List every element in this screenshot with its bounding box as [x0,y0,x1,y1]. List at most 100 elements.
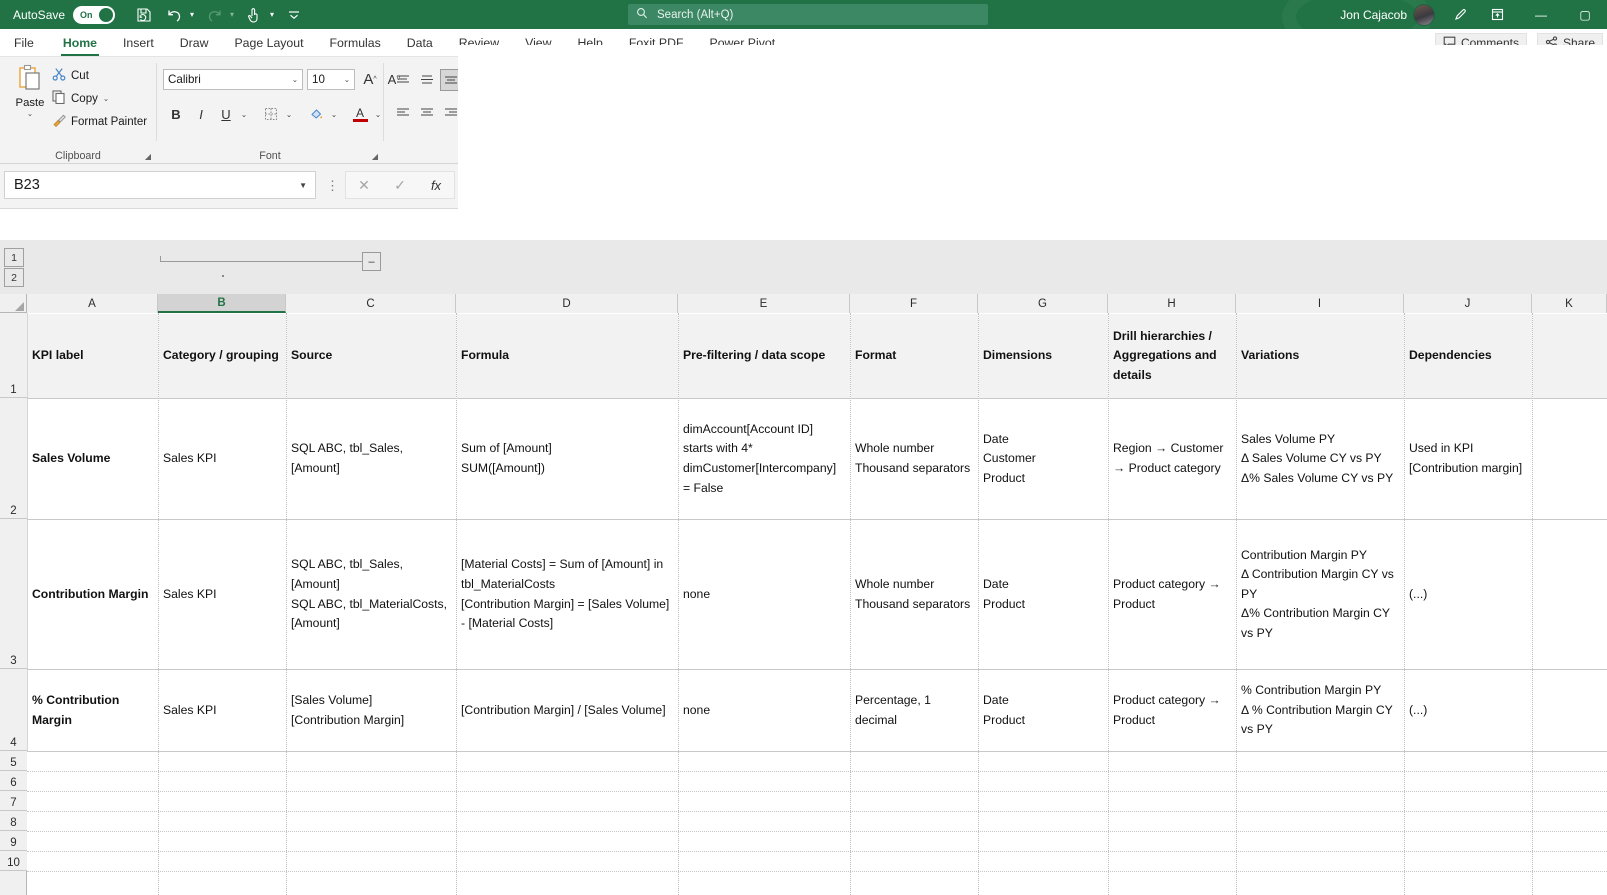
tab-draw[interactable]: Draw [167,29,222,56]
column-header-f[interactable]: F [850,294,978,313]
row-header-3[interactable]: 3 [0,519,27,669]
cell-G4[interactable]: Date Product [979,670,1108,751]
underline-button[interactable]: U [215,103,237,125]
cell-G2[interactable]: Date Customer Product [979,399,1108,519]
select-all-corner[interactable] [0,294,27,313]
cell-H4[interactable]: Product category → Product [1109,670,1236,751]
cell-B3[interactable]: Sales KPI [159,520,286,669]
cell-J1[interactable]: Dependencies [1405,314,1532,398]
font-size-caret-icon[interactable]: ⌄ [344,75,350,84]
tab-home[interactable]: Home [50,29,110,56]
copy-button[interactable]: Copy ⌄ [52,90,109,107]
cell-D1[interactable]: Formula [457,314,678,398]
align-top-button[interactable] [392,69,414,91]
cell-F4[interactable]: Percentage, 1 decimal [851,670,978,751]
outline-level-2[interactable]: 2 [4,268,24,287]
outline-level-1[interactable]: 1 [4,248,24,267]
cell-H3[interactable]: Product category → Product [1109,520,1236,669]
row-header-6[interactable]: 6 [0,771,27,791]
font-size-input[interactable]: 10 ⌄ [307,69,355,90]
align-center-button[interactable] [416,102,438,124]
cell-F1[interactable]: Format [851,314,978,398]
cell-A2[interactable]: Sales Volume [28,399,158,519]
cell-E2[interactable]: dimAccount[Account ID] starts with 4* di… [679,399,850,519]
cell-J3[interactable]: (...) [1405,520,1532,669]
tab-page-layout[interactable]: Page Layout [221,29,316,56]
fill-color-icon[interactable] [305,103,327,125]
column-header-d[interactable]: D [456,294,678,313]
row-header-2[interactable]: 2 [0,398,27,519]
fill-color-caret-icon[interactable]: ⌄ [327,103,341,125]
clipboard-dialog-launcher[interactable]: ◢ [145,152,151,161]
column-header-j[interactable]: J [1404,294,1532,313]
row-header-7[interactable]: 7 [0,791,27,811]
cell-C1[interactable]: Source [287,314,456,398]
cell-G3[interactable]: Date Product [979,520,1108,669]
column-header-i[interactable]: I [1236,294,1404,313]
autosave-toggle[interactable]: On [73,5,116,24]
row-header-1[interactable]: 1 [0,313,27,398]
cut-button[interactable]: Cut [52,67,89,84]
cell-K1[interactable] [1533,314,1607,398]
touch-mode-caret[interactable]: ▾ [265,0,279,29]
cell-B2[interactable]: Sales KPI [159,399,286,519]
cell-D4[interactable]: [Contribution Margin] / [Sales Volume] [457,670,678,751]
tab-insert[interactable]: Insert [110,29,167,56]
cell-I1[interactable]: Variations [1237,314,1404,398]
restore-window-icon[interactable] [1475,0,1519,29]
name-box[interactable]: B23 ▼ [4,171,316,199]
cell-F3[interactable]: Whole number Thousand separators [851,520,978,669]
column-header-c[interactable]: C [286,294,456,313]
search-box[interactable]: Search (Alt+Q) [628,4,988,25]
column-header-a[interactable]: A [27,294,158,313]
cell-C4[interactable]: [Sales Volume] [Contribution Margin] [287,670,456,751]
column-header-h[interactable]: H [1108,294,1236,313]
cell-E3[interactable]: none [679,520,850,669]
align-middle-button[interactable] [416,69,438,91]
user-name[interactable]: Jon Cajacob [1340,8,1407,22]
cell-H1[interactable]: Drill hierarchies / Aggregations and det… [1109,314,1236,398]
column-header-g[interactable]: G [978,294,1108,313]
pen-icon[interactable] [1445,0,1475,29]
cell-C3[interactable]: SQL ABC, tbl_Sales, [Amount] SQL ABC, tb… [287,520,456,669]
row-header-9[interactable]: 9 [0,831,27,851]
format-painter-button[interactable]: Format Painter [52,113,147,130]
maximize-button[interactable]: ▢ [1563,0,1607,29]
paste-button[interactable]: Paste ⌄ [6,64,54,119]
cell-B1[interactable]: Category / grouping [159,314,286,398]
cell-J4[interactable]: (...) [1405,670,1532,751]
cell-C2[interactable]: SQL ABC, tbl_Sales, [Amount] [287,399,456,519]
borders-caret-icon[interactable]: ⌄ [282,103,296,125]
cell-E4[interactable]: none [679,670,850,751]
cell-K4[interactable] [1533,670,1607,751]
avatar[interactable] [1413,3,1435,26]
cell-H2[interactable]: Region → Customer → Product category [1109,399,1236,519]
align-left-button[interactable] [392,102,414,124]
tab-data[interactable]: Data [394,29,446,56]
column-header-k[interactable]: K [1532,294,1607,313]
cell-A4[interactable]: % Contribution Margin [28,670,158,751]
italic-button[interactable]: I [190,103,212,125]
cell-J2[interactable]: Used in KPI [Contribution margin] [1405,399,1532,519]
cell-D2[interactable]: Sum of [Amount] SUM([Amount]) [457,399,678,519]
minimize-button[interactable]: — [1519,0,1563,29]
cell-I4[interactable]: % Contribution Margin PY Δ % Contributio… [1237,670,1404,751]
borders-icon[interactable] [260,103,282,125]
font-name-caret-icon[interactable]: ⌄ [292,75,298,84]
copy-caret-icon[interactable]: ⌄ [103,94,109,103]
tab-file[interactable]: File [0,29,50,56]
cell-K3[interactable] [1533,520,1607,669]
enter-icon[interactable]: ✓ [382,177,418,194]
cell-A3[interactable]: Contribution Margin [28,520,158,669]
column-header-e[interactable]: E [678,294,850,313]
cell-D3[interactable]: [Material Costs] = Sum of [Amount] in tb… [457,520,678,669]
cell-A1[interactable]: KPI label [28,314,158,398]
cell-I3[interactable]: Contribution Margin PY Δ Contribution Ma… [1237,520,1404,669]
insert-function-icon[interactable]: fx [418,178,454,193]
undo-dropdown-caret[interactable]: ▾ [185,0,199,29]
column-header-b[interactable]: B [158,294,286,313]
tab-formulas[interactable]: Formulas [317,29,394,56]
increase-font-size-button[interactable]: A ^ [359,69,381,90]
underline-caret-icon[interactable]: ⌄ [237,103,251,125]
save-refresh-icon[interactable] [129,0,159,29]
